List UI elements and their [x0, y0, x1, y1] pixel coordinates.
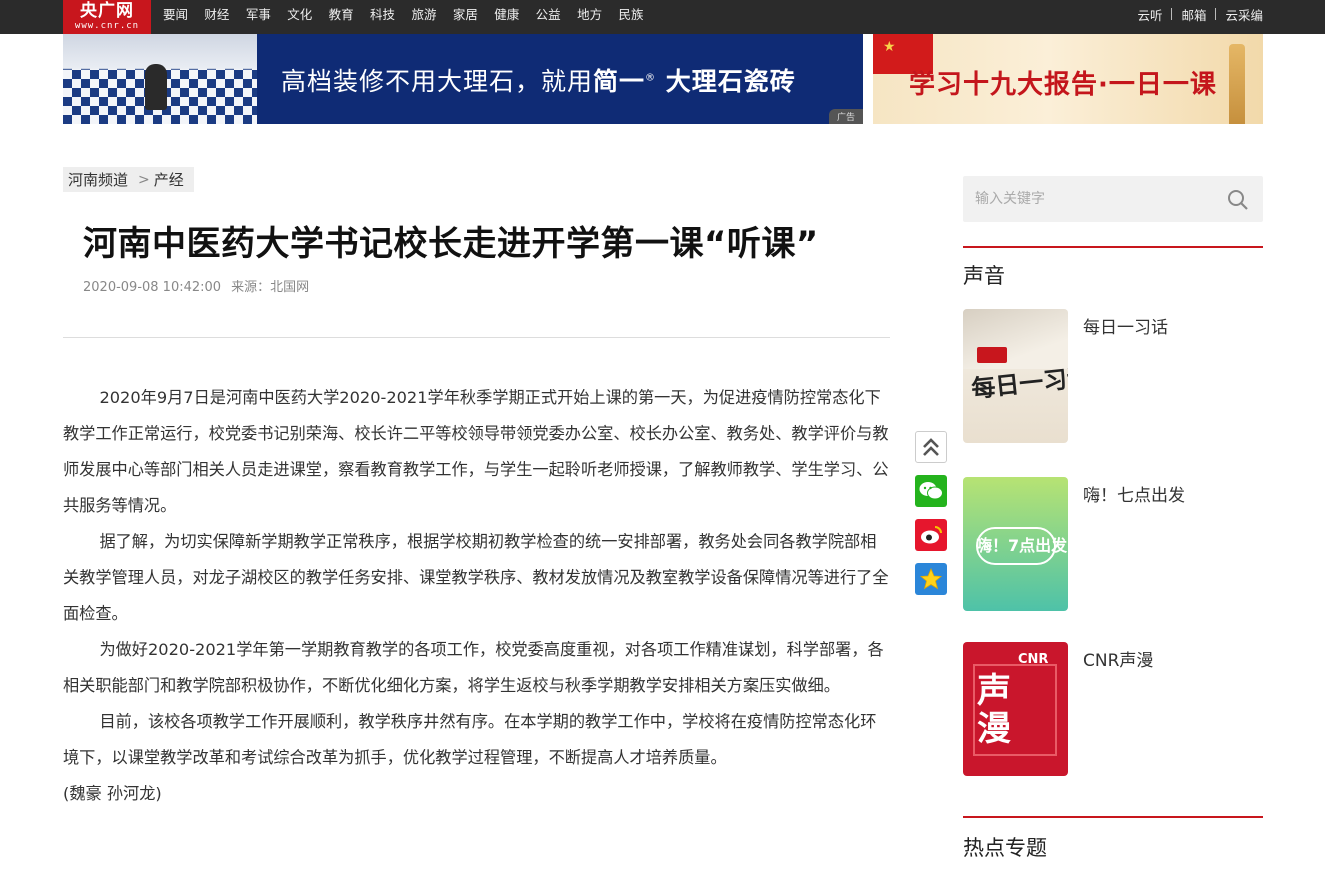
- hot-topics-title: 热点专题: [963, 836, 1047, 860]
- ad-banner-text: 高档装修不用大理石，就用简一® 大理石瓷砖: [281, 62, 796, 98]
- main-nav: 要闻 财经 军事 文化 教育 科技 旅游 家居 健康 公益 地方 民族: [163, 0, 660, 34]
- article-title: 河南中医药大学书记校长走进开学第一课“听课”: [83, 224, 819, 264]
- voice-section-title: 声音: [963, 264, 1005, 288]
- logo-main-text: 央广网: [80, 1, 134, 21]
- ad-banner-person: [145, 64, 167, 110]
- mail-link[interactable]: 邮箱: [1181, 5, 1206, 24]
- article-date: 2020-09-08 10:42:00: [83, 280, 222, 295]
- yuncaibian-link[interactable]: 云采编: [1225, 5, 1263, 24]
- section-divider: [963, 816, 1263, 818]
- search-icon[interactable]: [1227, 189, 1249, 211]
- thumb-brand: CNR: [1018, 652, 1049, 667]
- cnr-logo[interactable]: 央广网 www.cnr.cn: [63, 0, 151, 34]
- breadcrumb: 河南频道 > 产经: [63, 167, 194, 192]
- section-divider: [963, 246, 1263, 248]
- ad-brand-mark: ®: [645, 72, 657, 84]
- breadcrumb-channel[interactable]: 河南频道: [68, 169, 128, 190]
- nav-item-keji[interactable]: 科技: [370, 0, 395, 34]
- star-icon: ★: [883, 39, 896, 55]
- title-divider: [63, 337, 890, 338]
- seal-graphic: [977, 347, 1007, 363]
- promo-banner-text: 学习十九大报告·一日一课: [909, 70, 1217, 100]
- nav-item-difang[interactable]: 地方: [577, 0, 602, 34]
- search-input[interactable]: [975, 188, 1215, 210]
- ad-text-suffix: 大理石瓷砖: [656, 67, 796, 96]
- article-paragraph: 目前，该校各项教学工作开展顺利，教学秩序井然有序。在本学期的教学工作中，学校将在…: [63, 712, 877, 767]
- promo-banner[interactable]: ★ 学习十九大报告·一日一课: [873, 34, 1263, 124]
- voice-thumb-seven[interactable]: 嗨！7点出发: [963, 477, 1068, 611]
- ad-banner[interactable]: 高档装修不用大理石，就用简一® 大理石瓷砖 广告: [63, 34, 863, 124]
- article-source: 来源：北国网: [231, 280, 310, 295]
- voice-item-label[interactable]: 每日一习话: [1083, 313, 1168, 338]
- nav-item-jiankang[interactable]: 健康: [494, 0, 519, 34]
- nav-item-wenhua[interactable]: 文化: [287, 0, 312, 34]
- nav-item-yaowen[interactable]: 要闻: [163, 0, 188, 34]
- thumb-title: 嗨！7点出发: [976, 536, 1068, 555]
- article-body: 2020年9月7日是河南中医药大学2020-2021学年秋季学期正式开始上课的第…: [63, 380, 891, 812]
- voice-item-label[interactable]: CNR声漫: [1083, 646, 1153, 671]
- breadcrumb-arrow: >: [138, 171, 150, 188]
- divider: [1215, 8, 1217, 20]
- voice-item-label[interactable]: 嗨！七点出发: [1083, 481, 1185, 506]
- nav-item-caijing[interactable]: 财经: [204, 0, 229, 34]
- nav-item-jiaoyu[interactable]: 教育: [329, 0, 354, 34]
- nav-item-jiaju[interactable]: 家居: [453, 0, 478, 34]
- nav-item-lvyou[interactable]: 旅游: [411, 0, 436, 34]
- top-nav-bar: 央广网 www.cnr.cn 要闻 财经 军事 文化 教育 科技 旅游 家居 健…: [0, 0, 1325, 34]
- qzone-icon[interactable]: [915, 563, 947, 595]
- back-to-top-icon[interactable]: [915, 431, 947, 463]
- top-right-links: 云听 邮箱 云采编: [1137, 0, 1263, 28]
- yunting-link[interactable]: 云听: [1137, 5, 1162, 24]
- article-paragraph: 2020年9月7日是河南中医药大学2020-2021学年秋季学期正式开始上课的第…: [63, 388, 889, 515]
- ad-tag: 广告: [828, 109, 863, 124]
- nav-item-minzu[interactable]: 民族: [618, 0, 643, 34]
- search-box: [963, 176, 1263, 222]
- article-paragraph: 为做好2020-2021学年第一学期教育教学的各项工作，校党委高度重视，对各项工…: [63, 640, 884, 695]
- nav-item-junshi[interactable]: 军事: [246, 0, 271, 34]
- breadcrumb-section[interactable]: 产经: [154, 169, 184, 190]
- weibo-icon[interactable]: [915, 519, 947, 551]
- voice-thumb-cnr[interactable]: CNR 声漫: [963, 642, 1068, 776]
- logo-sub-text: www.cnr.cn: [74, 21, 140, 31]
- divider: [1171, 8, 1173, 20]
- voice-thumb-daily[interactable]: 每日一习话: [963, 309, 1068, 443]
- monument-graphic: [1229, 44, 1245, 124]
- nav-item-gongyi[interactable]: 公益: [536, 0, 561, 34]
- article-meta: 2020-09-08 10:42:00 来源：北国网: [83, 276, 319, 295]
- ad-brand: 简一: [593, 67, 646, 96]
- article-paragraph: 据了解，为切实保障新学期教学正常秩序，根据学校期初教学检查的统一安排部署，教务处…: [63, 532, 889, 623]
- wechat-icon[interactable]: [915, 475, 947, 507]
- ad-text-prefix: 高档装修不用大理石，就用: [281, 67, 594, 96]
- article-author: (魏豪 孙河龙): [63, 784, 162, 803]
- thumb-title: 声漫: [977, 671, 1011, 749]
